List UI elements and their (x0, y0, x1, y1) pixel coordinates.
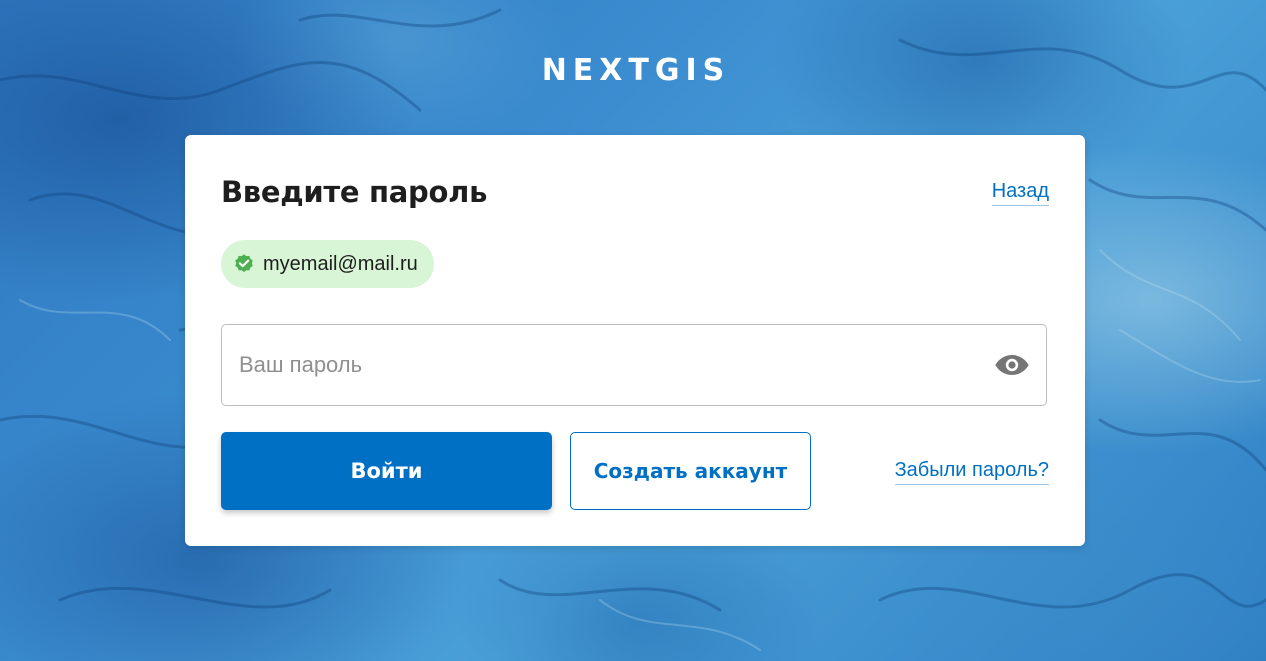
password-input[interactable] (239, 325, 979, 405)
forgot-password-link[interactable]: Забыли пароль? (894, 459, 1049, 485)
check-badge-icon (235, 254, 253, 272)
email-chip: myemail@mail.ru (221, 240, 434, 288)
login-button[interactable]: Войти (221, 432, 552, 510)
page-title: Введите пароль (221, 175, 488, 209)
nextgis-logo: NEXTGIS (541, 52, 731, 88)
email-text: myemail@mail.ru (263, 252, 418, 275)
eye-icon[interactable] (994, 351, 1030, 379)
login-card: Введите пароль Назад myemail@mail.ru Вой… (185, 135, 1085, 546)
back-link[interactable]: Назад (991, 180, 1049, 206)
password-field (221, 324, 1047, 406)
create-account-button[interactable]: Создать аккаунт (570, 432, 811, 510)
